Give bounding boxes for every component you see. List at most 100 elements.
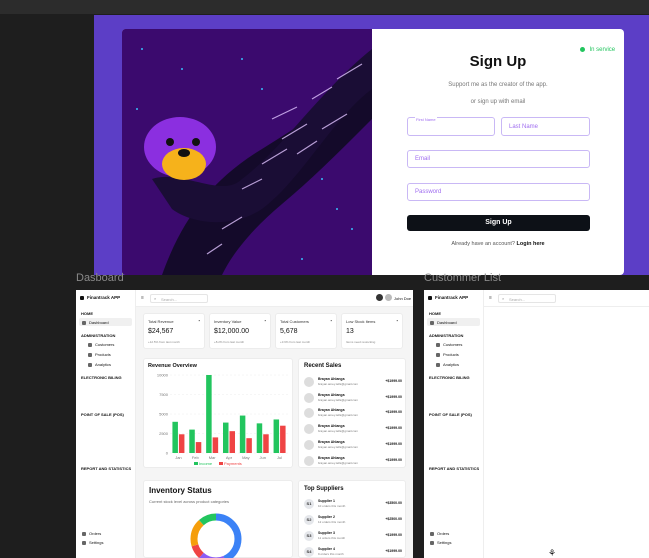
supplier-name: Supplier 4: [318, 547, 335, 551]
sidebar-admin-heading: ADMINISTRATION: [429, 333, 464, 338]
sidebar: Finantrack APP HOME Dashboard ADMINISTRA…: [76, 290, 136, 558]
list-item[interactable]: S4 Supplier 4 9 orders this month +$1999…: [304, 546, 402, 558]
bar-payments: [263, 434, 269, 453]
sidebar-item-orders[interactable]: Orders: [82, 531, 101, 536]
app-name: Finantrack APP: [428, 295, 468, 300]
list-item[interactable]: Brayan Ahlanga brayan.amey.tells@gmail.c…: [304, 423, 402, 436]
donut-chart: [190, 513, 242, 558]
stat-label: Total Customers: [280, 319, 309, 324]
login-prompt: Already have an account? Login here: [372, 241, 624, 247]
sidebar-item-customers[interactable]: Customers: [436, 342, 462, 347]
sidebar-item-analytics[interactable]: Analytics: [436, 362, 459, 367]
status-text: In service: [589, 46, 616, 53]
otter-illustration: [122, 29, 372, 275]
password-field[interactable]: Password: [407, 183, 590, 201]
sidebar-pos-heading[interactable]: POINT OF SALE (POS): [429, 412, 472, 417]
search-icon: ⌕: [502, 296, 505, 301]
legend-income-label: Income: [199, 461, 213, 466]
avatar: [304, 439, 314, 450]
bar-income: [273, 419, 280, 453]
sidebar-billing-heading[interactable]: ELECTRONIC BILING: [81, 375, 122, 380]
list-item[interactable]: Brayan Ahlanga brayan.amey.tells@gmail.c…: [304, 439, 402, 452]
app-name: Finantrack APP: [80, 295, 120, 300]
header: ≡ ⌕ Search... John Doe: [136, 290, 413, 307]
legend-income-swatch: [194, 462, 198, 465]
sale-name: Brayan Ahlanga: [318, 377, 345, 381]
sale-email: brayan.amey.tells@gmail.com: [318, 382, 359, 386]
otter-icon: [122, 29, 372, 275]
alert-icon: ▪: [396, 318, 398, 323]
list-item[interactable]: Brayan Ahlanga brayan.amey.tells@gmail.c…: [304, 392, 402, 405]
list-item[interactable]: Brayan Ahlanga brayan.amey.tells@gmail.c…: [304, 455, 402, 468]
gear-icon: [430, 540, 434, 545]
sidebar-pos-heading[interactable]: POINT OF SALE (POS): [81, 412, 124, 417]
box-icon: [88, 352, 92, 357]
or-text: or sign up with email: [470, 99, 526, 105]
sale-amount: +$1999.00: [385, 379, 402, 383]
bar-income: [189, 429, 195, 453]
gear-icon: [82, 540, 86, 545]
legend-payments-swatch: [219, 462, 223, 465]
last-name-field[interactable]: Last Name: [501, 117, 590, 136]
supplier-desc: 11 orders this month: [318, 536, 346, 540]
stat-value: 5,678: [280, 328, 298, 335]
sidebar-billing-heading[interactable]: ELECTRONIC BILING: [429, 375, 470, 380]
sidebar-item-settings[interactable]: Settings: [430, 540, 451, 545]
bar-payments: [178, 434, 185, 453]
sidebar-reports-heading[interactable]: REPORT AND STATISTICS: [429, 466, 479, 471]
email-field[interactable]: Email: [407, 150, 590, 168]
stat-value: $24,567: [148, 328, 174, 335]
list-item[interactable]: S3 Supplier 3 11 orders this month +$199…: [304, 530, 402, 543]
notification-icon[interactable]: [376, 294, 383, 301]
sidebar-item-analytics[interactable]: Analytics: [88, 362, 111, 367]
supplier-badge: S1: [304, 499, 314, 509]
sidebar-item-orders[interactable]: Orders: [430, 531, 449, 536]
sidebar-item-dashboard[interactable]: Dashboard: [427, 318, 480, 326]
list-item[interactable]: Brayan Ahlanga brayan.amey.tells@gmail.c…: [304, 376, 402, 389]
sidebar-item-products[interactable]: Products: [436, 352, 459, 357]
list-item[interactable]: S2 Supplier 2 12 orders this month +$250…: [304, 514, 402, 527]
search-placeholder: Search...: [161, 297, 178, 302]
sidebar-admin-heading: ADMINISTRATION: [81, 333, 116, 338]
recent-sales-card: Recent Sales Brayan Ahlanga brayan.amey.…: [298, 358, 406, 468]
home-icon: [430, 320, 434, 325]
search-input[interactable]: ⌕ Search...: [150, 294, 208, 303]
list-item[interactable]: S1 Supplier 1 10 orders this month +$350…: [304, 498, 402, 511]
supplier-desc: 9 orders this month: [318, 552, 344, 556]
signup-button[interactable]: Sign Up: [407, 215, 590, 231]
signup-card: In service Sign Up Support me as the cre…: [122, 29, 624, 275]
supplier-desc: 10 orders this month: [318, 504, 346, 508]
search-icon: ⌕: [154, 296, 157, 301]
plant-icon: ⚘: [548, 548, 557, 558]
sidebar-item-customers[interactable]: Customers: [88, 342, 114, 347]
inventory-subtitle: Current stock level across product categ…: [149, 499, 230, 504]
x-tick-label: May: [242, 455, 250, 460]
sidebar-item-products[interactable]: Products: [88, 352, 111, 357]
avatar[interactable]: [385, 294, 392, 301]
chart-icon: [436, 362, 440, 367]
menu-icon[interactable]: ≡: [489, 295, 492, 301]
y-tick-label: 0: [166, 451, 169, 456]
supplier-badge: S4: [304, 547, 314, 557]
first-name-field[interactable]: First Name: [407, 117, 495, 136]
user-name[interactable]: John Doe: [394, 296, 411, 301]
avatar: [304, 377, 314, 387]
sale-email: brayan.amey.tells@gmail.com: [318, 413, 359, 418]
y-tick-label: 5000: [159, 412, 169, 417]
login-link[interactable]: Login here: [517, 241, 545, 247]
suppliers-card: Top Suppliers S1 Supplier 1 10 orders th…: [298, 480, 406, 558]
stat-card: Total Customers ▪ 5,678 +3.6% from last …: [275, 313, 337, 349]
stat-card: Low Stock Items ▪ 13 Items need restocki…: [341, 313, 403, 349]
package-icon: ▪: [264, 318, 266, 323]
sidebar-item-settings[interactable]: Settings: [82, 540, 103, 545]
sale-amount: +$1999.00: [385, 410, 402, 415]
menu-icon[interactable]: ≡: [141, 295, 144, 301]
x-tick-label: Feb: [192, 455, 200, 460]
search-input[interactable]: ⌕ Search...: [498, 294, 556, 303]
list-item[interactable]: Brayan Ahlanga brayan.amey.tells@gmail.c…: [304, 407, 402, 420]
sidebar-reports-heading[interactable]: REPORT AND STATISTICS: [81, 466, 131, 471]
sidebar-item-dashboard[interactable]: Dashboard: [79, 318, 132, 326]
last-name-placeholder: Last Name: [509, 123, 539, 130]
legend-payments-label: Payments: [224, 461, 242, 466]
cart-icon: [82, 531, 86, 536]
